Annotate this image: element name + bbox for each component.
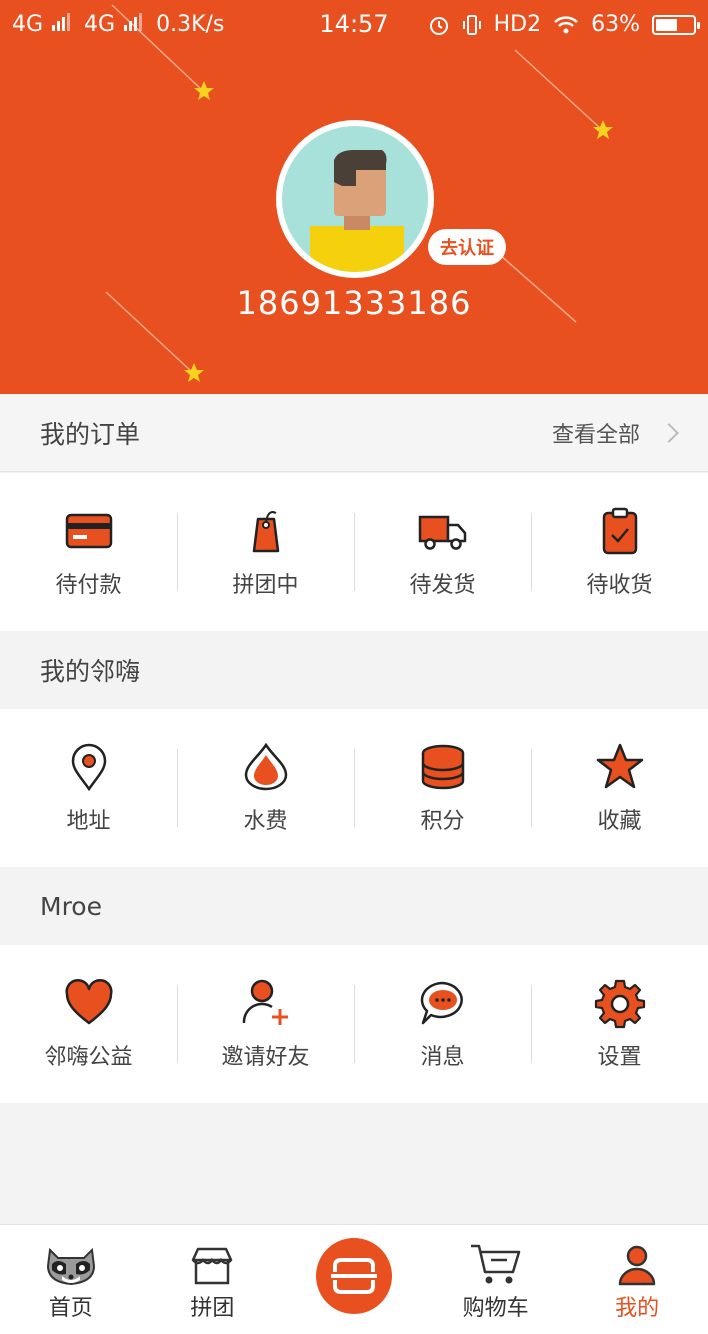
add-user-icon <box>242 979 288 1025</box>
star-decoration-icon <box>194 81 214 100</box>
cell-label: 邻嗨公益 <box>44 1045 133 1070</box>
cell-label: 待收货 <box>586 573 653 598</box>
cell-label: 地址 <box>66 809 111 834</box>
chat-bubble-icon <box>420 981 463 1025</box>
location-pin-icon <box>71 743 106 792</box>
chevron-right-icon <box>659 423 679 443</box>
battery-level <box>656 18 678 31</box>
order-group-buying[interactable]: 拼团中 <box>177 473 354 631</box>
address-item[interactable]: 地址 <box>0 709 177 867</box>
gear-icon <box>594 979 645 1029</box>
nav-label: 购物车 <box>462 1296 529 1321</box>
alarm-icon <box>429 16 448 35</box>
profile-header: 4G 4G 0.3K/s 14:57 HD2 63% 去认证 186913331… <box>0 0 708 394</box>
heart-icon <box>64 979 113 1025</box>
scan-button[interactable] <box>315 1237 392 1314</box>
battery-icon <box>652 14 700 35</box>
favorites-item[interactable]: 收藏 <box>531 709 708 867</box>
tag-icon <box>252 511 279 553</box>
shop-icon <box>192 1247 233 1285</box>
view-all-orders-link[interactable]: 查看全部 <box>551 394 679 472</box>
more-grid: 邻嗨公益 邀请好友 消息 设置 <box>0 945 708 1103</box>
nav-label: 首页 <box>48 1296 93 1321</box>
cell-label: 收藏 <box>597 809 642 834</box>
order-awaiting-shipment[interactable]: 待发货 <box>354 473 531 631</box>
cell-label: 待发货 <box>409 573 476 598</box>
order-pending-payment[interactable]: 待付款 <box>0 473 177 631</box>
scan-icon <box>330 1257 377 1294</box>
user-phone: 18691333186 <box>236 284 472 322</box>
linhai-grid: 地址 水费 积分 收藏 <box>0 709 708 867</box>
raccoon-icon <box>46 1247 95 1286</box>
battery-percent: 63% <box>591 12 640 37</box>
cell-label: 待付款 <box>55 573 122 598</box>
bottom-nav: 首页 拼团 购物车 我的 <box>0 1224 708 1334</box>
star-decoration-icon <box>593 120 613 139</box>
nav-cart[interactable]: 购物车 <box>425 1225 567 1334</box>
wifi-icon <box>554 15 578 33</box>
cart-icon <box>470 1244 520 1284</box>
truck-icon <box>418 515 466 550</box>
cell-label: 设置 <box>597 1045 642 1070</box>
card-icon <box>65 513 112 549</box>
invite-friends-item[interactable]: 邀请好友 <box>177 945 354 1103</box>
cell-label: 拼团中 <box>232 573 299 598</box>
settings-item[interactable]: 设置 <box>531 945 708 1103</box>
nav-group-buy[interactable]: 拼团 <box>142 1225 284 1334</box>
water-fee-item[interactable]: 水费 <box>177 709 354 867</box>
order-awaiting-receipt[interactable]: 待收货 <box>531 473 708 631</box>
linhai-section-header: 我的邻嗨 <box>0 631 708 709</box>
water-drop-icon <box>244 742 287 791</box>
verify-button[interactable]: 去认证 <box>428 229 506 265</box>
status-bar: 4G 4G 0.3K/s 14:57 HD2 63% <box>0 0 708 50</box>
orders-grid: 待付款 拼团中 待发货 待收货 <box>0 473 708 631</box>
nav-mine[interactable]: 我的 <box>566 1225 708 1334</box>
cell-label: 水费 <box>243 809 288 834</box>
star-decoration-icon <box>184 363 204 382</box>
more-section-header: Mroe <box>0 867 708 945</box>
orders-section-header: 我的订单 查看全部 <box>0 394 708 472</box>
nav-scan[interactable] <box>283 1225 425 1334</box>
user-avatar-icon <box>310 150 404 272</box>
cell-label: 邀请好友 <box>221 1045 310 1070</box>
messages-item[interactable]: 消息 <box>354 945 531 1103</box>
orders-title: 我的订单 <box>40 419 141 449</box>
view-all-label: 查看全部 <box>551 423 640 448</box>
person-icon <box>618 1245 656 1286</box>
vibrate-icon <box>462 14 481 35</box>
nav-label: 我的 <box>615 1296 660 1321</box>
points-item[interactable]: 积分 <box>354 709 531 867</box>
cell-label: 消息 <box>420 1045 465 1070</box>
star-icon <box>596 743 643 789</box>
linhai-title: 我的邻嗨 <box>40 657 141 686</box>
more-title: Mroe <box>40 891 102 921</box>
nav-label: 拼团 <box>190 1296 235 1321</box>
clipboard-check-icon <box>602 507 637 555</box>
cell-label: 积分 <box>420 809 465 834</box>
coin-stack-icon <box>421 744 464 790</box>
charity-item[interactable]: 邻嗨公益 <box>0 945 177 1103</box>
avatar[interactable] <box>276 120 434 278</box>
nav-home[interactable]: 首页 <box>0 1225 142 1334</box>
hd-indicator: HD2 <box>493 12 542 37</box>
